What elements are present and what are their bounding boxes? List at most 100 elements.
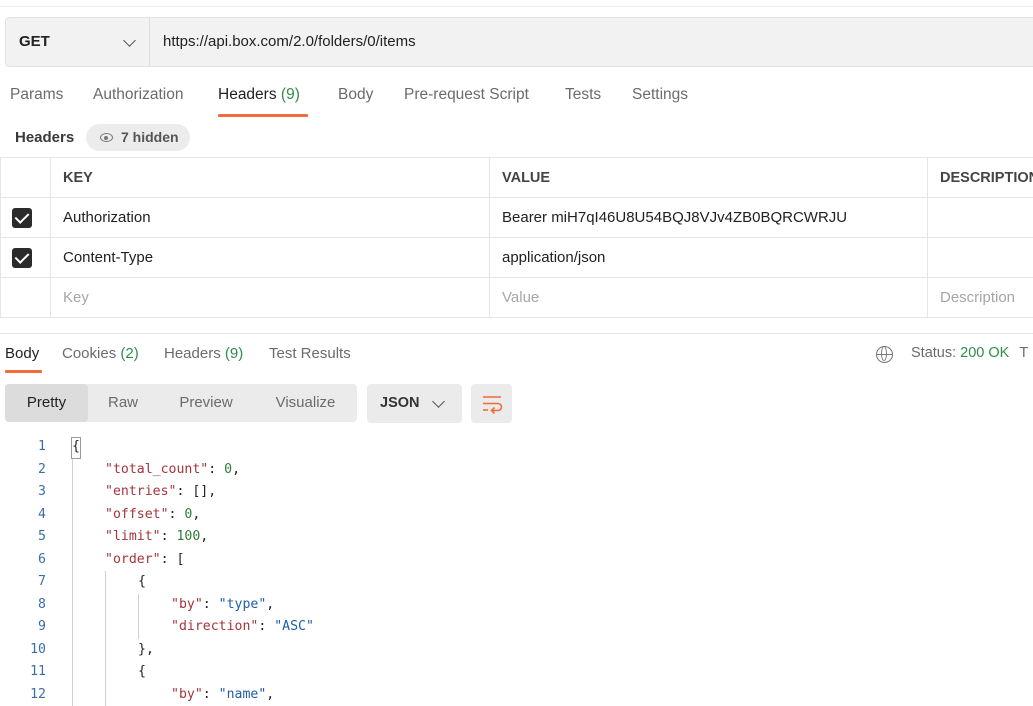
line-number: 3 <box>0 481 46 504</box>
line-number: 11 <box>0 661 46 684</box>
new-key-input[interactable]: Key <box>51 278 490 318</box>
method-label: GET <box>19 33 50 50</box>
code-line: 9 "direction": "ASC" <box>0 616 1033 639</box>
new-description-input[interactable]: Description <box>928 278 1033 318</box>
code-text: "limit": 100, <box>105 526 208 549</box>
tab-pre-request-script[interactable]: Pre-request Script <box>404 86 529 104</box>
table-row: Content-Type application/json <box>1 238 1033 278</box>
header-key-cell[interactable]: Content-Type <box>51 238 490 278</box>
code-line: 2 "total_count": 0, <box>0 459 1033 482</box>
response-divider <box>0 333 1033 334</box>
code-text: { <box>138 571 146 594</box>
response-status: Status: 200 OK T <box>911 345 1028 361</box>
tab-label: Cookies <box>62 345 116 362</box>
tab-label: Settings <box>632 86 688 103</box>
tab-label: Pre-request Script <box>404 86 529 103</box>
response-tab-headers[interactable]: Headers (9) <box>164 345 243 362</box>
url-input[interactable]: https://api.box.com/2.0/folders/0/items <box>163 33 416 50</box>
header-description-cell[interactable] <box>928 238 1033 278</box>
line-number: 1 <box>0 436 46 459</box>
tab-label: Tests <box>565 86 601 103</box>
top-divider <box>0 6 1033 7</box>
tab-label: Body <box>5 345 39 362</box>
column-header-value: VALUE <box>490 158 928 198</box>
tab-settings[interactable]: Settings <box>632 86 688 104</box>
eye-icon <box>100 133 113 142</box>
code-line: 5"limit": 100, <box>0 526 1033 549</box>
response-tab-body[interactable]: Body <box>5 345 39 362</box>
line-number: 7 <box>0 571 46 594</box>
row-checkbox-cell <box>1 238 51 278</box>
table-row-new: Key Value Description <box>1 278 1033 318</box>
response-tab-test-results[interactable]: Test Results <box>269 345 351 362</box>
view-mode-raw[interactable]: Raw <box>88 384 158 422</box>
tab-label: Authorization <box>93 86 183 103</box>
headers-section-title: Headers <box>15 129 74 146</box>
bracket-match-highlight <box>71 437 81 459</box>
code-text: "by": "type", <box>171 594 274 617</box>
format-select[interactable]: JSON <box>367 384 462 423</box>
line-number: 9 <box>0 616 46 639</box>
status-value[interactable]: 200 OK <box>960 345 1009 361</box>
code-line: 1{ <box>0 436 1033 459</box>
code-text: "order": [ <box>105 549 184 572</box>
time-label-truncated: T <box>1019 345 1028 361</box>
tab-authorization[interactable]: Authorization <box>93 86 183 104</box>
row-checkbox[interactable] <box>12 248 32 268</box>
table-row: Authorization Bearer miH7qI46U8U54BQJ8VJ… <box>1 198 1033 238</box>
code-line: 7{ <box>0 571 1033 594</box>
code-line: 11{ <box>0 661 1033 684</box>
header-value-cell[interactable]: Bearer miH7qI46U8U54BQJ8VJv4ZB0BQRCWRJU <box>490 198 928 238</box>
tab-count: (9) <box>281 86 300 103</box>
line-number: 10 <box>0 639 46 662</box>
tab-label: Test Results <box>269 345 351 362</box>
tab-label: Params <box>10 86 63 103</box>
tab-count: (2) <box>120 345 138 362</box>
tab-label: Body <box>338 86 373 103</box>
chevron-down-icon <box>432 395 445 408</box>
new-value-input[interactable]: Value <box>490 278 928 318</box>
hidden-headers-toggle[interactable]: 7 hidden <box>86 124 190 151</box>
headers-table: KEY VALUE DESCRIPTION Authorization Bear… <box>0 157 1033 318</box>
code-text: "total_count": 0, <box>105 459 240 482</box>
code-text: "by": "name", <box>171 684 274 706</box>
view-mode-visualize[interactable]: Visualize <box>254 384 357 422</box>
indent-guide <box>138 594 139 639</box>
header-value-cell[interactable]: application/json <box>490 238 928 278</box>
view-mode-pretty[interactable]: Pretty <box>5 384 88 422</box>
globe-icon[interactable] <box>876 346 893 363</box>
active-tab-indicator <box>218 114 308 117</box>
row-checkbox[interactable] <box>12 208 32 228</box>
tab-label: Headers <box>218 86 277 103</box>
response-tab-cookies[interactable]: Cookies (2) <box>62 345 139 362</box>
indent-guide <box>105 571 106 706</box>
code-line: 10}, <box>0 639 1033 662</box>
line-number: 6 <box>0 549 46 572</box>
header-description-cell[interactable] <box>928 198 1033 238</box>
line-number: 8 <box>0 594 46 617</box>
tab-count: (9) <box>225 345 243 362</box>
method-select[interactable]: GET <box>5 17 150 67</box>
tab-body[interactable]: Body <box>338 86 373 104</box>
line-number: 2 <box>0 459 46 482</box>
tab-params[interactable]: Params <box>10 86 63 104</box>
code-text: "direction": "ASC" <box>171 616 314 639</box>
code-text: "entries": [], <box>105 481 216 504</box>
active-response-tab-indicator <box>5 370 42 373</box>
code-line: 3 "entries": [], <box>0 481 1033 504</box>
line-number: 4 <box>0 504 46 527</box>
status-label: Status: <box>911 345 956 361</box>
view-mode-selector: Pretty Raw Preview Visualize <box>5 384 357 422</box>
column-header-key: KEY <box>51 158 490 198</box>
code-line: 6 "order": [ <box>0 549 1033 572</box>
wrap-lines-icon <box>471 384 512 423</box>
wrap-lines-button[interactable] <box>471 384 512 423</box>
request-url-bar <box>5 17 1033 67</box>
tab-tests[interactable]: Tests <box>565 86 601 104</box>
row-checkbox-cell <box>1 198 51 238</box>
tab-headers[interactable]: Headers (9) <box>218 86 300 104</box>
checkbox-column-header <box>1 158 51 198</box>
view-mode-preview[interactable]: Preview <box>158 384 254 422</box>
header-key-cell[interactable]: Authorization <box>51 198 490 238</box>
code-text: "offset": 0, <box>105 504 200 527</box>
